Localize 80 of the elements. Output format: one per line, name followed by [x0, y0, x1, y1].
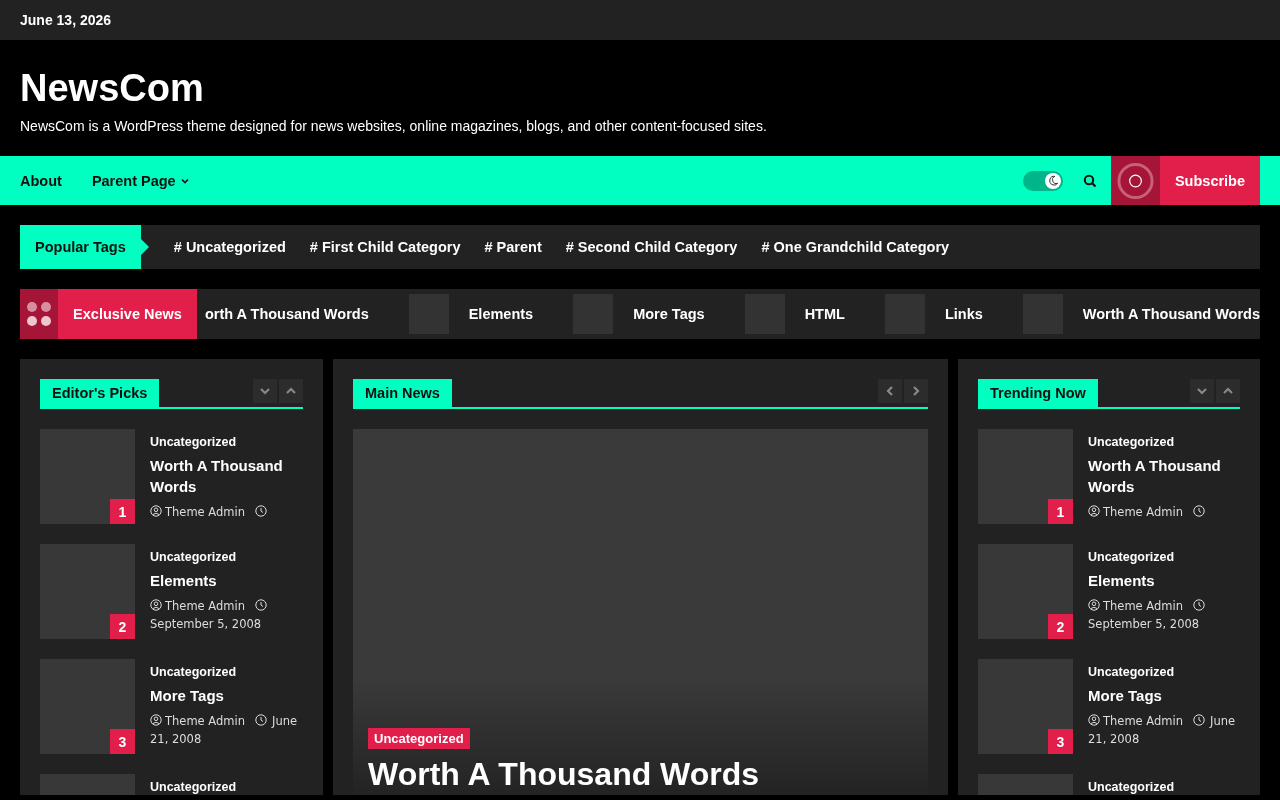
search-icon: [1083, 173, 1097, 188]
post-category[interactable]: Uncategorized: [150, 435, 303, 449]
pointer-icon: [140, 239, 149, 255]
search-button[interactable]: [1083, 173, 1097, 188]
section-title: Trending Now: [978, 379, 1098, 407]
date-text: June 13, 2026: [20, 12, 112, 28]
clock-icon: [255, 599, 267, 611]
rank-badge: 2: [1048, 614, 1073, 639]
post-title[interactable]: Elements: [150, 570, 303, 591]
previous-button[interactable]: [878, 379, 902, 403]
section-title: Editor's Picks: [40, 379, 160, 407]
post-category[interactable]: Uncategorized: [150, 665, 303, 679]
post-meta: Theme Admin: [150, 503, 303, 521]
next-button[interactable]: [904, 379, 928, 403]
ticker-headline[interactable]: HTML: [804, 306, 845, 322]
clock-icon: [255, 714, 267, 726]
clock-icon: [1193, 505, 1205, 517]
moon-icon: [1047, 175, 1059, 186]
post-category[interactable]: Uncategorized: [1088, 665, 1240, 679]
post-meta: Theme Admin September 5, 2008: [1088, 597, 1240, 633]
ticker-headline[interactable]: Worth A Thousand Words: [1082, 306, 1260, 322]
ticker-headline[interactable]: More Tags: [633, 306, 705, 322]
rank-badge: 3: [1048, 729, 1073, 754]
site-tagline: NewsCom is a WordPress theme designed for news websites, online magazines, blogs, and other content-focused sites.: [20, 118, 768, 134]
post-category[interactable]: Uncategorized: [1088, 780, 1175, 794]
chevron-left-icon: [884, 385, 896, 397]
post-category[interactable]: Uncategorized: [150, 780, 237, 794]
dark-mode-toggle[interactable]: [1023, 170, 1063, 191]
post-meta: Theme Admin September 5, 2008: [150, 597, 303, 633]
tag-link[interactable]: # Second Child Category: [565, 239, 738, 255]
chevron-down-icon: [259, 385, 271, 397]
ticker-headline[interactable]: Links: [944, 306, 983, 322]
subscribe-button[interactable]: Subscribe: [1160, 156, 1260, 205]
menu-button[interactable]: [1111, 156, 1160, 205]
up-button[interactable]: [279, 379, 303, 403]
rank-badge: 3: [110, 729, 135, 754]
rank-badge: 1: [110, 499, 135, 524]
post-title[interactable]: More Tags: [1088, 685, 1240, 706]
post-meta: Theme Admin: [1088, 503, 1240, 521]
site-title[interactable]: NewsCom: [20, 66, 1260, 110]
chevron-right-icon: [910, 385, 922, 397]
nav-link[interactable]: About: [20, 172, 62, 189]
clock-icon: [1193, 599, 1205, 611]
user-icon: [150, 599, 162, 611]
popular-tags-label: Popular Tags: [20, 225, 141, 269]
user-icon: [150, 714, 162, 726]
slide-title[interactable]: Worth A Thousand Words: [368, 755, 913, 793]
user-icon: [1088, 714, 1100, 726]
ticker-headline[interactable]: orth A Thousand Words: [204, 306, 369, 322]
tag-link[interactable]: # One Grandchild Category: [761, 239, 950, 255]
user-icon: [1088, 505, 1100, 517]
post-meta: Theme Admin June 21, 2008: [1088, 713, 1237, 748]
post-category[interactable]: Uncategorized: [150, 550, 303, 564]
chevron-down-icon: [1196, 385, 1208, 397]
up-button[interactable]: [1216, 379, 1240, 403]
tag-link[interactable]: # Parent: [484, 239, 542, 255]
ticker-label: Exclusive News: [58, 289, 197, 339]
user-icon: [1088, 599, 1100, 611]
circle-icon: [1117, 161, 1154, 200]
ticker-headline[interactable]: Elements: [468, 306, 534, 322]
category-tag[interactable]: Uncategorized: [368, 728, 470, 749]
rank-badge: 1: [1048, 499, 1073, 524]
down-button[interactable]: [1190, 379, 1214, 403]
tag-link[interactable]: # First Child Category: [309, 239, 461, 255]
dots-icon: [26, 301, 53, 327]
post-title[interactable]: Worth A Thousand Words: [150, 455, 303, 497]
clock-icon: [255, 505, 267, 517]
post-title[interactable]: More Tags: [150, 685, 303, 706]
tag-link[interactable]: # Uncategorized: [173, 239, 286, 255]
clock-icon: [1193, 714, 1205, 726]
post-title[interactable]: Worth A Thousand Words: [1088, 455, 1240, 497]
post-category[interactable]: Uncategorized: [1088, 550, 1240, 564]
section-title: Main News: [353, 379, 452, 407]
post-title[interactable]: Elements: [1088, 570, 1240, 591]
post-meta: Theme Admin June 21, 2008: [150, 713, 299, 748]
user-icon: [150, 505, 162, 517]
down-button[interactable]: [253, 379, 277, 403]
post-category[interactable]: Uncategorized: [1088, 435, 1240, 449]
nav-link[interactable]: Parent Page: [91, 172, 190, 189]
rank-badge: 2: [110, 614, 135, 639]
